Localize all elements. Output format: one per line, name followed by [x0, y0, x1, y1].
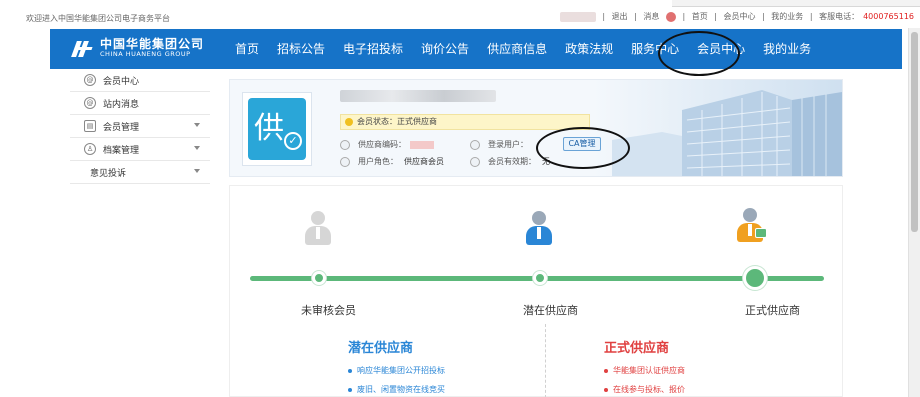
nav-my-business[interactable]: 我的业务	[754, 29, 820, 69]
column-divider	[545, 324, 546, 397]
progress-node-unreviewed	[312, 271, 326, 285]
top-links: | 退出 | 消息 | 首页 | 会员中心 | 我的业务 | 客服电话： 4000…	[558, 11, 916, 22]
separator: |	[634, 12, 637, 21]
chevron-down-icon	[194, 169, 200, 173]
page-scrollbar[interactable]	[908, 28, 920, 397]
id-card-icon: ▤	[84, 120, 96, 132]
annotation-circle-member-center	[658, 31, 740, 76]
sidebar-item-label: 意见投诉	[90, 168, 127, 179]
user-role-value: 供应商会员	[404, 157, 444, 166]
potential-supplier-icon	[526, 211, 552, 245]
sidebar-item-label: 会员中心	[103, 76, 140, 87]
sidebar-item-messages[interactable]: @ 站内消息	[70, 92, 210, 115]
member-status-bar: 会员状态：正式供应商	[340, 114, 590, 130]
formal-benefit-item: 华能集团认证供应商	[604, 365, 685, 376]
code-icon	[340, 139, 350, 150]
message-icon: @	[84, 97, 96, 109]
check-icon: ✓	[284, 132, 302, 150]
unreviewed-member-icon	[305, 211, 331, 245]
company-logo[interactable]: 中国华能集团公司 CHINA HUANENG GROUP	[71, 36, 205, 59]
main-nav: 中国华能集团公司 CHINA HUANENG GROUP 首页 招标公告 电子招…	[50, 29, 902, 69]
potential-benefit-item: 废旧、闲置物资在线竞买	[348, 384, 445, 395]
member-status-label: 会员状态：	[357, 117, 397, 126]
message-badge	[665, 11, 676, 22]
sidebar: @ 会员中心 @ 站内消息 ▤ 会员管理 ♙ 档案管理 意见投诉	[70, 69, 210, 184]
lightbulb-icon	[345, 118, 353, 126]
supplier-code-blurred	[410, 140, 434, 149]
username-blurred	[559, 11, 596, 22]
separator: |	[602, 12, 606, 21]
sidebar-item-label: 站内消息	[103, 99, 140, 110]
office-building-illustration	[592, 80, 842, 176]
user-archive-icon: ♙	[84, 143, 96, 155]
avatar: 供 ✓	[248, 98, 306, 160]
progress-node-potential	[533, 271, 547, 285]
login-user-label: 登录用户：	[488, 140, 528, 149]
login-user-row: 登录用户：	[470, 139, 528, 150]
sidebar-item-member-management[interactable]: ▤ 会员管理	[70, 115, 210, 138]
hotline-label: 客服电话：	[819, 12, 860, 21]
separator: |	[682, 12, 686, 21]
step-label-potential: 潜在供应商	[523, 304, 578, 317]
nav-home[interactable]: 首页	[226, 29, 268, 69]
sidebar-item-member-center[interactable]: @ 会员中心	[70, 69, 210, 92]
top-link-my-business[interactable]: 我的业务	[771, 12, 803, 21]
user-role-label: 用户角色：	[358, 157, 398, 166]
top-link-home[interactable]: 首页	[692, 12, 708, 21]
validity-label: 会员有效期：	[488, 157, 536, 166]
member-icon: @	[84, 74, 96, 86]
nav-e-bidding[interactable]: 电子招投标	[334, 29, 412, 69]
member-status-value: 正式供应商	[397, 117, 437, 126]
step-label-unreviewed: 未审核会员	[301, 304, 356, 317]
avatar-frame: 供 ✓	[242, 92, 312, 166]
logout-link[interactable]: 退出	[612, 12, 628, 21]
profile-card: 供 ✓ 会员状态：正式供应商 供应商编码： 登录用户： CA管理 用户角色： 供…	[229, 79, 843, 177]
separator: |	[809, 12, 813, 21]
validity-row: 会员有效期： 无	[470, 156, 550, 167]
step-label-formal: 正式供应商	[745, 304, 800, 317]
potential-supplier-title: 潜在供应商	[348, 341, 414, 356]
nav-tender-notice[interactable]: 招标公告	[268, 29, 334, 69]
logo-mark-icon	[71, 37, 94, 59]
nav-inquiry-notice[interactable]: 询价公告	[412, 29, 478, 69]
message-link[interactable]: 消息	[643, 12, 659, 21]
top-link-member-center[interactable]: 会员中心	[724, 12, 756, 21]
logo-text-en: CHINA HUANENG GROUP	[100, 49, 191, 58]
chevron-down-icon	[194, 123, 200, 127]
member-progress-section: 未审核会员 潜在供应商 正式供应商 潜在供应商 响应华能集团公开招投标 废旧、闲…	[229, 185, 843, 397]
progress-node-formal	[743, 266, 767, 290]
separator: |	[714, 12, 717, 21]
role-icon	[340, 156, 350, 167]
sidebar-item-label: 会员管理	[103, 122, 140, 133]
sidebar-item-complaints[interactable]: 意见投诉	[70, 161, 210, 184]
overlay-window-edge	[672, 0, 920, 7]
avatar-text: 供	[254, 111, 284, 146]
user-role-row: 用户角色： 供应商会员	[340, 156, 444, 167]
sidebar-item-archive-management[interactable]: ♙ 档案管理	[70, 138, 210, 161]
separator: |	[762, 12, 765, 21]
nav-supplier-info[interactable]: 供应商信息	[478, 29, 556, 69]
annotation-circle-ca-management	[536, 127, 630, 169]
nav-policy[interactable]: 政策法规	[556, 29, 622, 69]
company-name-blurred	[340, 90, 496, 102]
supplier-code-row: 供应商编码：	[340, 139, 434, 150]
scrollbar-thumb[interactable]	[911, 32, 918, 232]
chevron-down-icon	[194, 146, 200, 150]
welcome-text: 欢迎进入中国华能集团公司电子商务平台	[26, 14, 170, 23]
potential-benefit-item: 响应华能集团公开招投标	[348, 365, 445, 376]
supplier-code-label: 供应商编码：	[358, 140, 406, 149]
clock-icon	[470, 156, 480, 167]
formal-supplier-icon	[737, 208, 767, 242]
sidebar-item-label: 档案管理	[103, 145, 140, 156]
formal-supplier-title: 正式供应商	[604, 341, 670, 356]
formal-benefit-item: 在线参与投标、报价	[604, 384, 685, 395]
user-icon	[470, 139, 480, 150]
logo-text-cn: 中国华能集团公司	[100, 36, 205, 51]
hotline-number: 4000765116	[863, 12, 914, 21]
